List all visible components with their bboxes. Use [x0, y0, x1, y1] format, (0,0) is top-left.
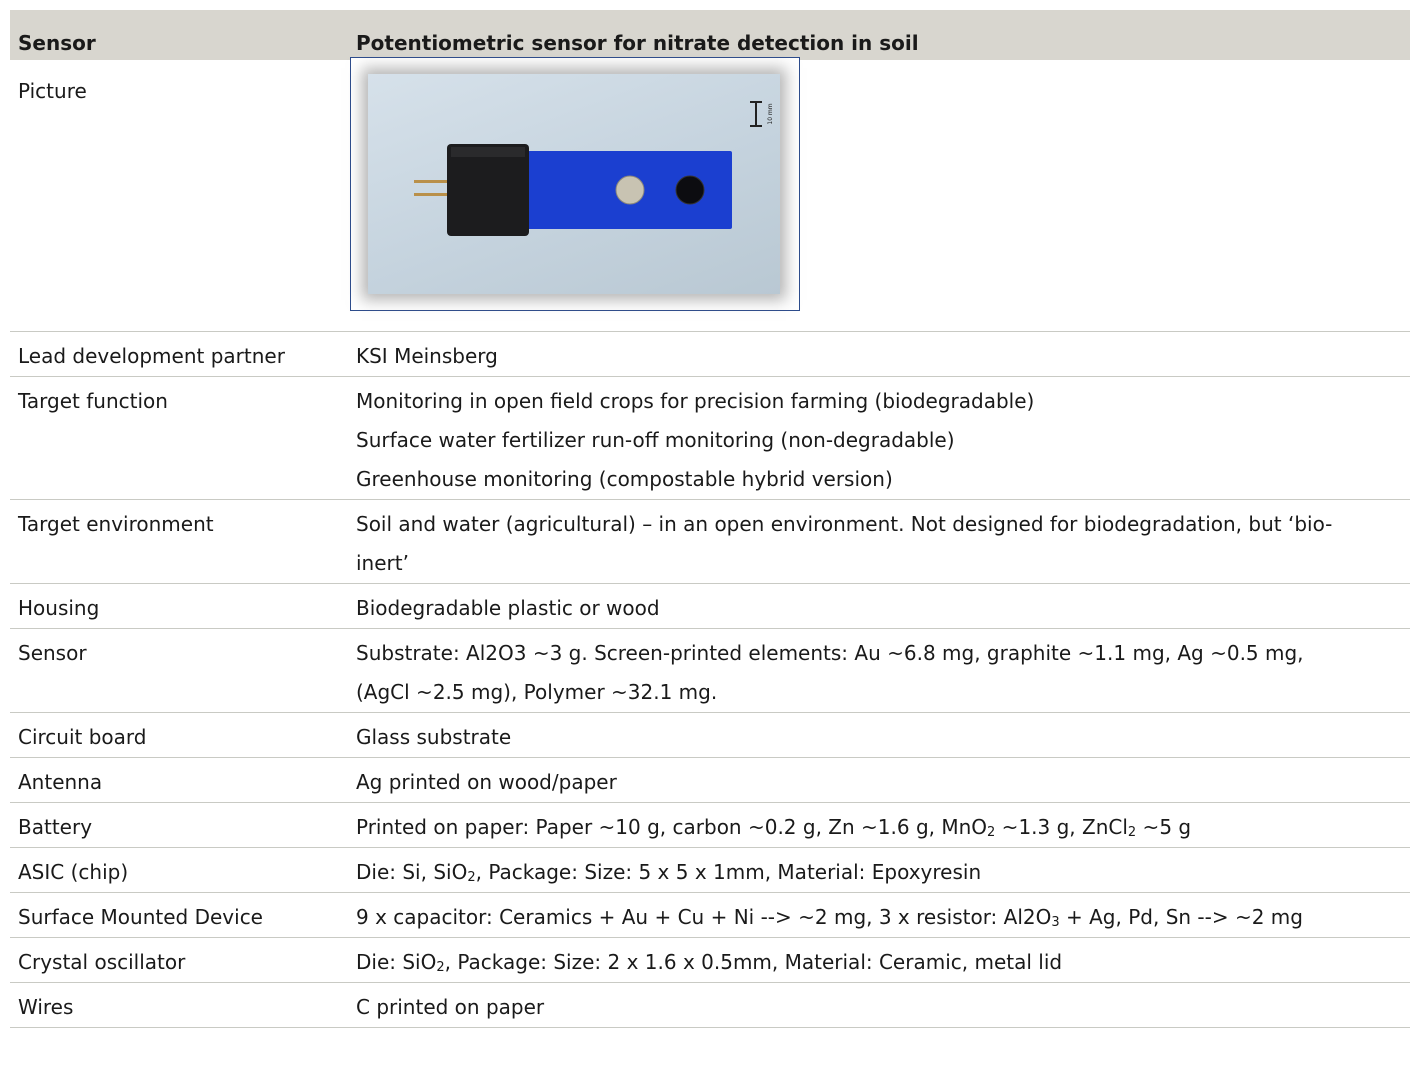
row-value: Substrate: Al2O3 ~3 g. Screen-printed el… [348, 629, 1410, 712]
table-header: Sensor Potentiometric sensor for nitrate… [10, 10, 1410, 60]
table-row-battery: Battery Printed on paper: Paper ~10 g, c… [10, 803, 1410, 848]
header-col-sensor: Sensor [18, 31, 96, 55]
row-value: Soil and water (agricultural) – in an op… [348, 500, 1410, 583]
header-col-sensor-name: Potentiometric sensor for nitrate detect… [356, 31, 919, 55]
table-row-target-function: Target function Monitoring in open field… [10, 377, 1410, 500]
row-label: Target function [18, 389, 168, 413]
row-label: Target environment [18, 512, 214, 536]
value-line: Monitoring in open field crops for preci… [356, 389, 1035, 413]
table-row-smd: Surface Mounted Device 9 x capacitor: Ce… [10, 893, 1410, 938]
sensor-photo-drawing: 10 mm [414, 101, 774, 236]
row-label: Picture [18, 79, 87, 103]
table-row-circuit-board: Circuit board Glass substrate [10, 713, 1410, 758]
row-label: Antenna [18, 770, 103, 794]
row-label: Lead development partner [18, 344, 285, 368]
row-label: Surface Mounted Device [18, 905, 263, 929]
connector-pin [414, 193, 450, 196]
sensor-picture-frame: 10 mm [350, 57, 800, 311]
row-value: Glass substrate [356, 725, 512, 749]
connector-pin [414, 180, 450, 183]
row-value: Monitoring in open field crops for preci… [348, 377, 1410, 499]
row-value: Biodegradable plastic or wood [356, 596, 660, 620]
row-label: Circuit board [18, 725, 147, 749]
row-value: Die: SiO2, Package: Size: 2 x 1.6 x 0.5m… [356, 950, 1063, 975]
table-row-housing: Housing Biodegradable plastic or wood [10, 584, 1410, 629]
table-row-lead-partner: Lead development partner KSI Meinsberg [10, 332, 1410, 377]
row-label: Battery [18, 815, 93, 839]
table-row-wires: Wires C printed on paper [10, 983, 1410, 1028]
table-row-crystal-oscillator: Crystal oscillator Die: SiO2, Package: S… [10, 938, 1410, 983]
connector-housing [447, 144, 529, 236]
electrode-black [675, 175, 705, 205]
table-row-sensor: Sensor Substrate: Al2O3 ~3 g. Screen-pri… [10, 629, 1410, 713]
row-label: Crystal oscillator [18, 950, 186, 974]
sensor-photo: 10 mm [368, 74, 780, 294]
table-row-antenna: Antenna Ag printed on wood/paper [10, 758, 1410, 803]
row-value: KSI Meinsberg [356, 344, 498, 368]
table-row-asic: ASIC (chip) Die: Si, SiO2, Package: Size… [10, 848, 1410, 893]
value-line: Soil and water (agricultural) – in an op… [356, 512, 1333, 536]
scale-bar-icon [750, 101, 762, 127]
row-value: C printed on paper [356, 995, 545, 1019]
row-label: Housing [18, 596, 100, 620]
row-value: Die: Si, SiO2, Package: Size: 5 x 5 x 1m… [356, 860, 982, 885]
value-line: Greenhouse monitoring (compostable hybri… [356, 467, 893, 491]
row-value: 9 x capacitor: Ceramics + Au + Cu + Ni -… [356, 905, 1303, 930]
value-line: inert’ [356, 551, 409, 575]
row-label: Wires [18, 995, 74, 1019]
value-line: Surface water fertilizer run-off monitor… [356, 428, 955, 452]
row-label: Sensor [18, 641, 87, 665]
electrode-silver [615, 175, 645, 205]
row-value: Printed on paper: Paper ~10 g, carbon ~0… [356, 815, 1192, 840]
row-value: Ag printed on wood/paper [356, 770, 617, 794]
scale-bar-label: 10 mm [767, 103, 774, 124]
value-line: Substrate: Al2O3 ~3 g. Screen-printed el… [356, 641, 1304, 665]
table-row-target-environment: Target environment Soil and water (agric… [10, 500, 1410, 584]
row-label: ASIC (chip) [18, 860, 129, 884]
value-line: (AgCl ~2.5 mg), Polymer ~32.1 mg. [356, 680, 718, 704]
